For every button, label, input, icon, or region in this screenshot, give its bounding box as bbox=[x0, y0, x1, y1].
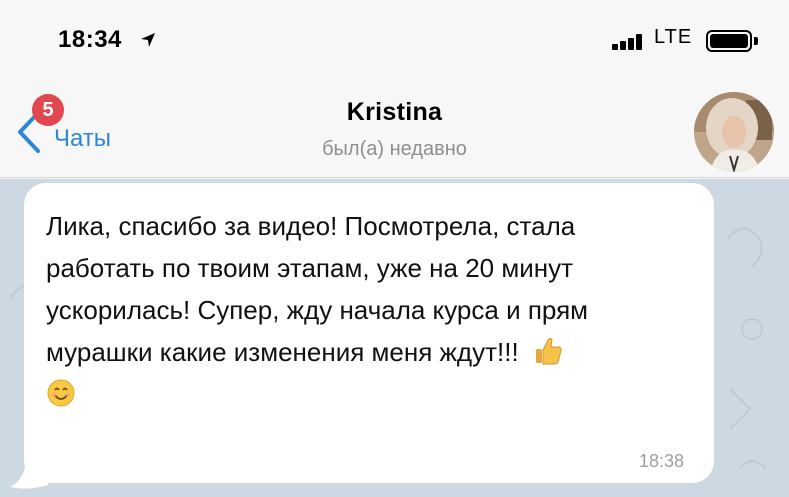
message-line: Лика, спасибо за видео! Посмотрела, стал… bbox=[46, 211, 576, 241]
carrier-label: LTE bbox=[654, 26, 693, 48]
cellular-signal-icon bbox=[612, 34, 648, 50]
smiling-face-icon bbox=[47, 379, 75, 407]
location-arrow-icon bbox=[141, 33, 155, 47]
avatar[interactable] bbox=[694, 92, 774, 172]
last-seen-status: был(а) недавно bbox=[322, 138, 467, 160]
avatar-photo bbox=[694, 92, 774, 172]
message-text: Лика, спасибо за видео! Посмотрела, стал… bbox=[46, 205, 696, 415]
message-line: мурашки какие изменения меня ждут!!! bbox=[46, 337, 519, 367]
message-line: ускорилась! Супер, жду начала курса и пр… bbox=[46, 295, 589, 325]
chat-header: Чаты 5 Kristina был(а) недавно bbox=[0, 80, 789, 178]
thumbs-up-icon bbox=[535, 338, 562, 365]
message-bubble[interactable]: Лика, спасибо за видео! Посмотрела, стал… bbox=[24, 183, 714, 483]
status-bar: 18:34 LTE bbox=[0, 0, 789, 80]
message-timestamp: 18:38 bbox=[638, 451, 684, 471]
battery-tip bbox=[754, 37, 758, 45]
status-time: 18:34 bbox=[58, 26, 122, 53]
contact-name[interactable]: Kristina bbox=[0, 98, 789, 127]
chat-area[interactable]: Лика, спасибо за видео! Посмотрела, стал… bbox=[0, 179, 789, 497]
battery-icon bbox=[706, 30, 752, 52]
message-line: работать по твоим этапам, уже на 20 мину… bbox=[46, 253, 574, 283]
